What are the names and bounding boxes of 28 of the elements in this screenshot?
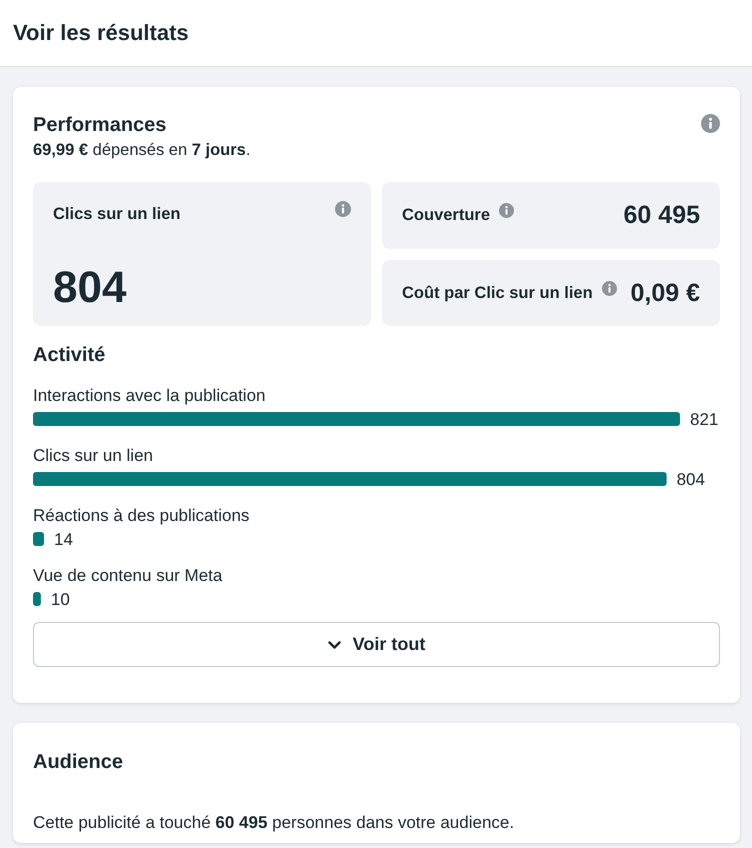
bar-label: Interactions avec la publication: [33, 386, 266, 405]
bar-value: 821: [690, 410, 718, 429]
activity-title: Activité: [33, 343, 106, 367]
bar-label: Réactions à des publications: [33, 506, 250, 525]
bar-value: 14: [54, 530, 73, 549]
spend-summary: 69,99 € dépensés en 7 jours.: [33, 140, 252, 161]
bar-label: Vue de contenu sur Meta: [33, 566, 222, 585]
page-title: Voir les résultats: [13, 20, 189, 46]
bar-value: 804: [676, 470, 705, 489]
bar-value: 10: [50, 590, 70, 609]
metric-label: Couverture: [402, 205, 490, 226]
activity-bar: [33, 592, 41, 606]
metric-value: 0,09 €: [630, 278, 700, 308]
info-icon[interactable]: [499, 203, 514, 218]
audience-text: Cette publicité a touché 60 495 personnes dans votre audience.: [33, 812, 516, 833]
activity-bar: [33, 532, 44, 546]
section-title: Performances: [33, 113, 166, 137]
metric-value: 60 495: [624, 201, 700, 230]
metric-label: Clics sur un lien: [53, 204, 180, 225]
metric-label: Coût par Clic sur un lien: [402, 282, 593, 304]
see-all-button[interactable]: Voir tout: [33, 622, 720, 667]
info-icon[interactable]: [335, 201, 351, 217]
metric-value: 804: [53, 264, 128, 312]
chevron-down-icon: [328, 640, 341, 648]
info-icon[interactable]: [701, 114, 720, 133]
section-title: Audience: [33, 750, 124, 774]
info-icon[interactable]: [602, 280, 617, 296]
bar-label: Clics sur un lien: [33, 446, 153, 465]
